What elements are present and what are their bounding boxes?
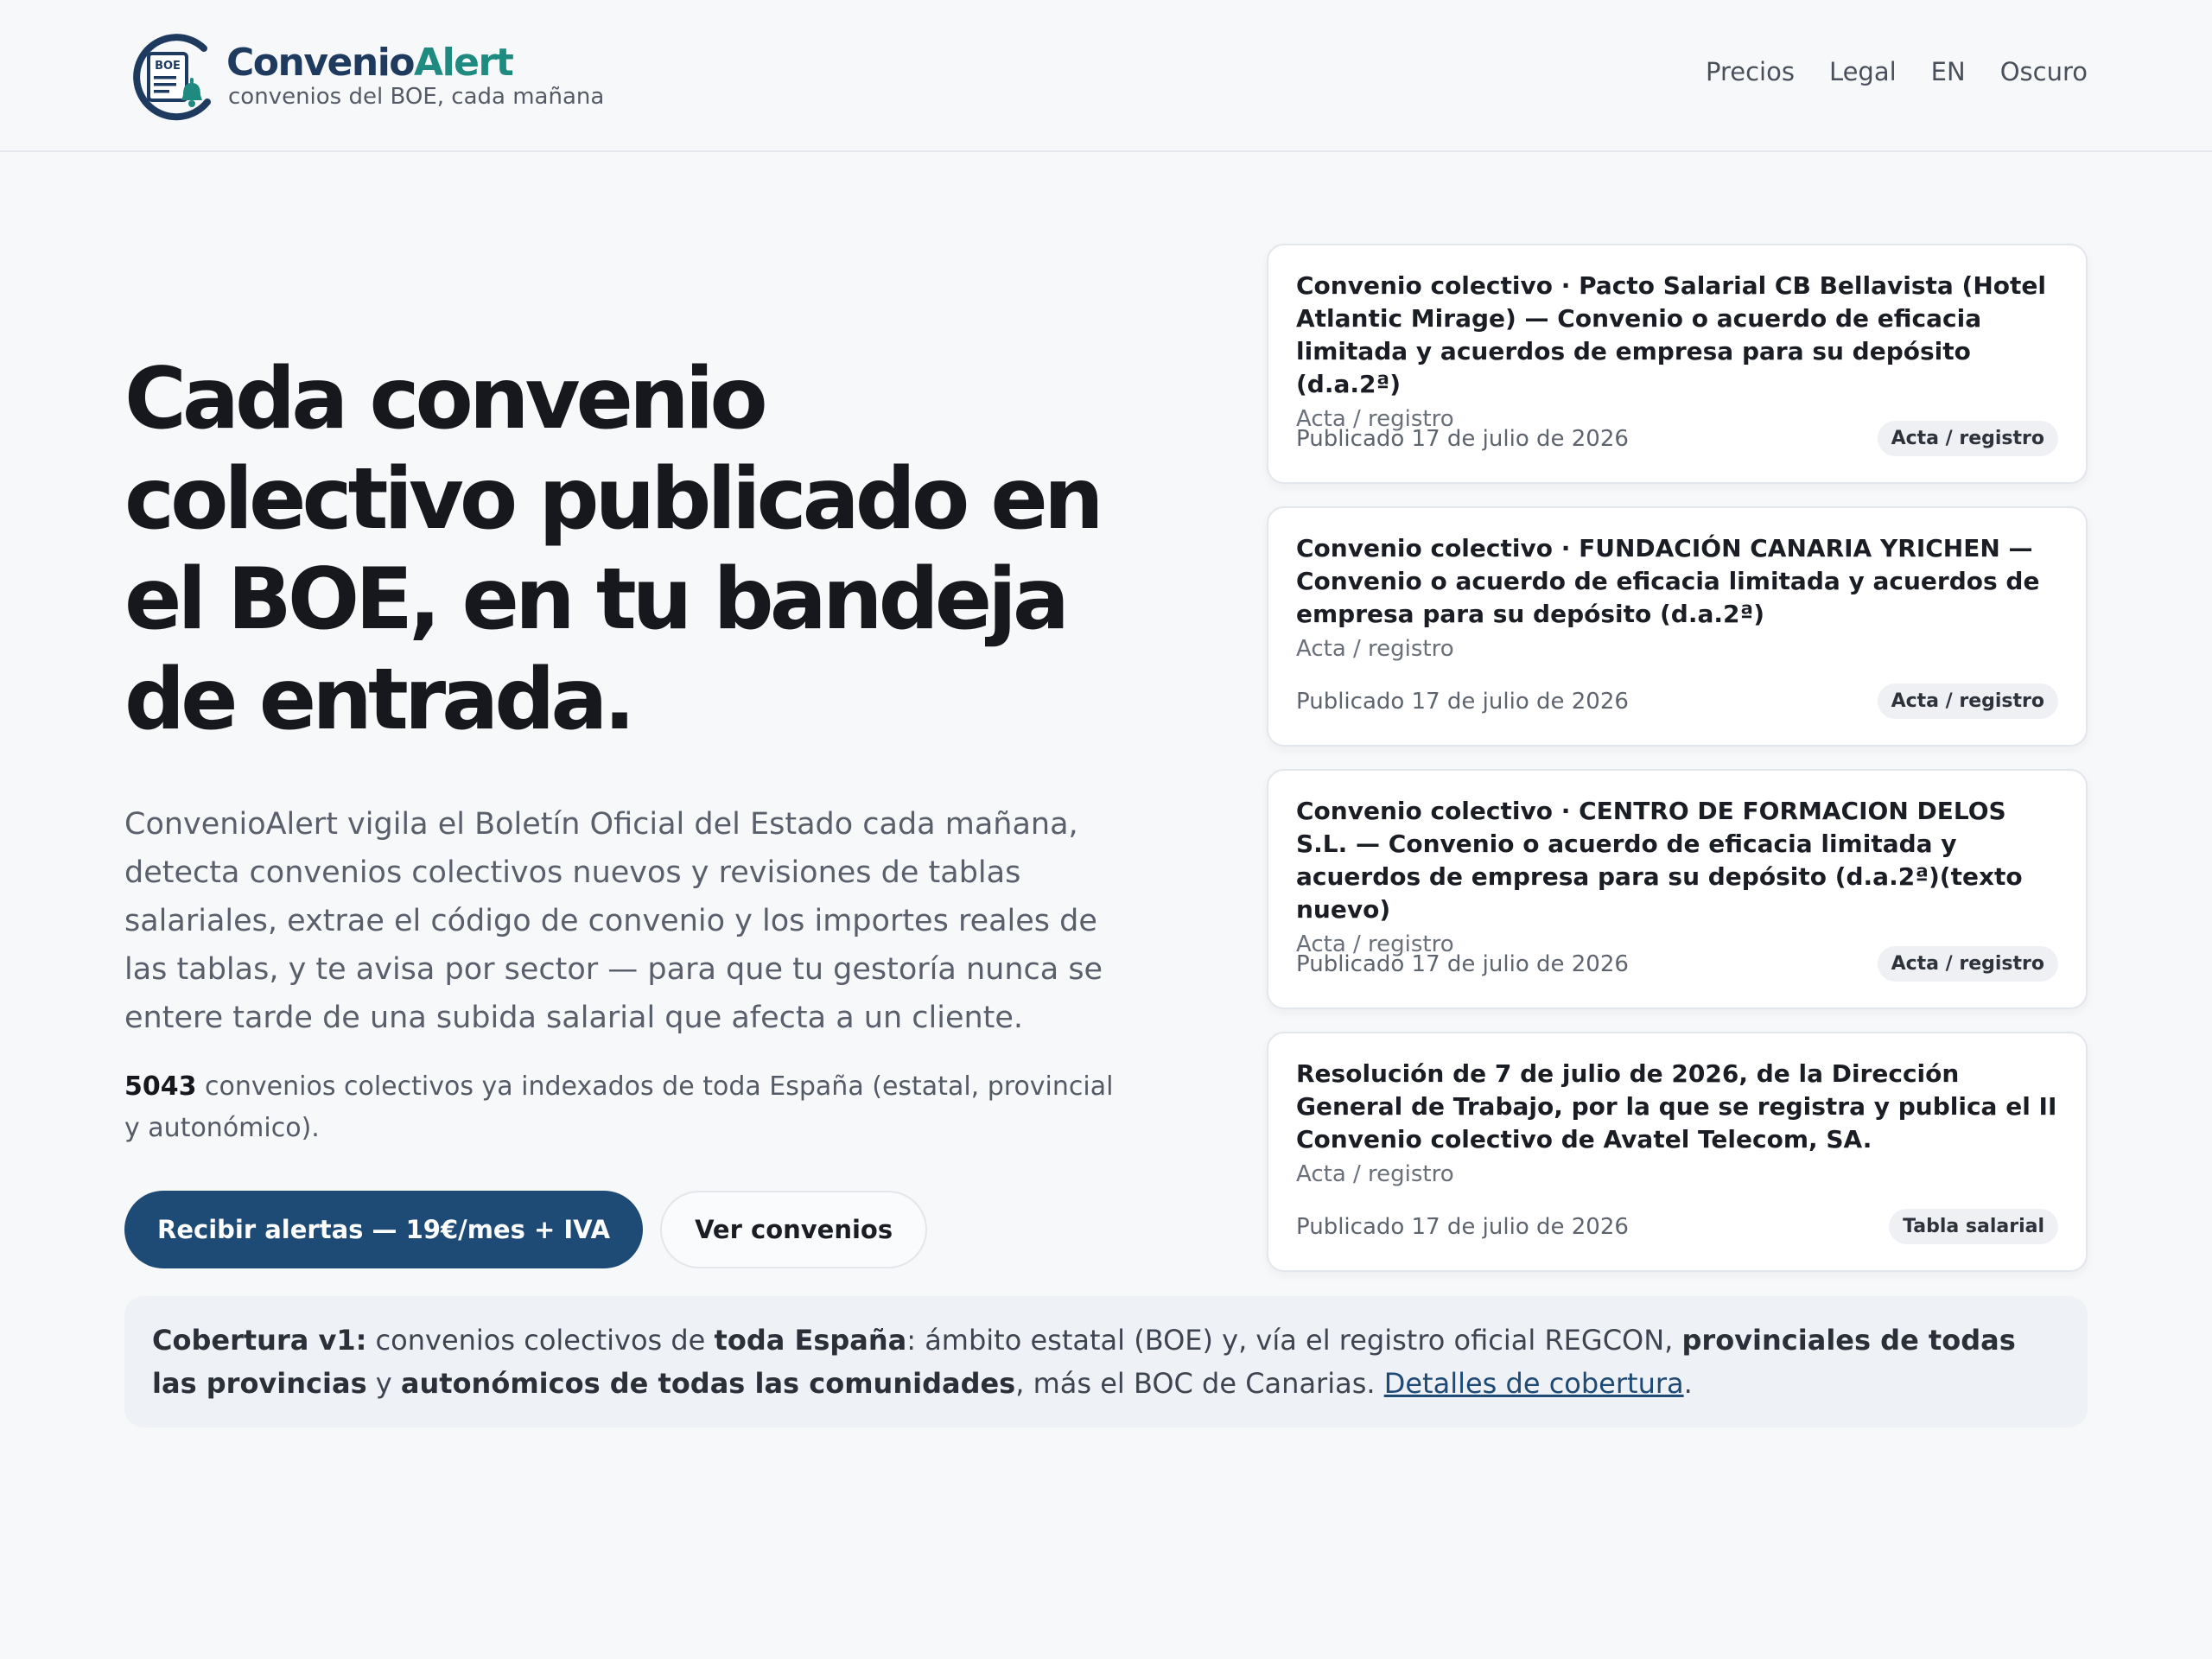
coverage-text-1: convenios colectivos de xyxy=(366,1324,715,1357)
indexed-count-text: convenios colectivos ya indexados de tod… xyxy=(124,1071,1114,1143)
view-convenios-button[interactable]: Ver convenios xyxy=(660,1191,928,1268)
convenio-card-type: Acta / registro xyxy=(1296,1161,1454,1187)
convenio-card-title: Convenio colectivo · CENTRO DE FORMACION… xyxy=(1296,797,2023,924)
convenio-card-title: Resolución de 7 de julio de 2026, de la … xyxy=(1296,1059,2057,1154)
coverage-text-5: . xyxy=(1683,1367,1693,1400)
coverage-details-link[interactable]: Detalles de cobertura xyxy=(1384,1367,1684,1400)
hero-lead: ConvenioAlert vigila el Boletín Oficial … xyxy=(124,807,1103,1035)
coverage-bold-3: autonómicos de todas las comunidades xyxy=(400,1367,1016,1400)
coverage-text-4: , más el BOC de Canarias. xyxy=(1015,1367,1384,1400)
site-header: BOE ConvenioAlert convenios del BOE, cad… xyxy=(0,0,2212,152)
brand-tagline: convenios del BOE, cada mañana xyxy=(228,84,605,110)
nav-theme-toggle[interactable]: Oscuro xyxy=(2000,57,2088,86)
convenio-card-date: Publicado 17 de julio de 2026 xyxy=(1296,950,1629,977)
indexed-count: 5043 convenios colectivos ya indexados d… xyxy=(124,1066,1118,1149)
hero-title: Cada convenio colectivo publicado en el … xyxy=(124,350,1104,749)
convenio-card-badge: Acta / registro xyxy=(1877,421,2058,456)
cta-group: Recibir alertas — 19€/mes + IVA Ver conv… xyxy=(124,1191,1118,1268)
convenio-card[interactable]: Convenio colectivo · FUNDACIÓN CANARIA Y… xyxy=(1267,506,2088,747)
convenio-card-type: Acta / registro xyxy=(1296,636,1454,662)
convenio-card-date: Publicado 17 de julio de 2026 xyxy=(1296,425,1629,452)
brand[interactable]: BOE ConvenioAlert convenios del BOE, cad… xyxy=(124,29,604,123)
indexed-count-number: 5043 xyxy=(124,1071,197,1102)
hero: Cada convenio colectivo publicado en el … xyxy=(124,349,1118,1268)
convenio-card-title: Convenio colectivo · FUNDACIÓN CANARIA Y… xyxy=(1296,534,2040,628)
convenio-card-date: Publicado 17 de julio de 2026 xyxy=(1296,1213,1629,1240)
brand-name: ConvenioAlert xyxy=(226,42,604,84)
nav-precios[interactable]: Precios xyxy=(1706,57,1795,86)
coverage-text-2: : ámbito estatal (BOE) y, vía el registr… xyxy=(906,1324,1682,1357)
convenio-card-badge: Acta / registro xyxy=(1877,683,2058,719)
coverage-label: Cobertura v1: xyxy=(152,1324,367,1357)
convenio-card-title: Convenio colectivo · Pacto Salarial CB B… xyxy=(1296,271,2046,398)
coverage-notice: Cobertura v1: convenios colectivos de to… xyxy=(124,1296,2088,1427)
subscribe-alerts-button[interactable]: Recibir alertas — 19€/mes + IVA xyxy=(124,1191,644,1268)
convenio-card[interactable]: Convenio colectivo · CENTRO DE FORMACION… xyxy=(1267,769,2088,1009)
convenio-card-date: Publicado 17 de julio de 2026 xyxy=(1296,688,1629,715)
coverage-bold-1: toda España xyxy=(714,1324,907,1357)
convenio-card[interactable]: Convenio colectivo · Pacto Salarial CB B… xyxy=(1267,244,2088,484)
recent-convenios-list: Convenio colectivo · Pacto Salarial CB B… xyxy=(1267,244,2088,1294)
convenio-card-badge: Acta / registro xyxy=(1877,946,2058,982)
convenio-card-badge: Tabla salarial xyxy=(1889,1209,2058,1244)
coverage-text-3: y xyxy=(366,1367,401,1400)
convenioalert-logo-icon: BOE xyxy=(124,29,218,123)
top-nav: Precios Legal EN Oscuro xyxy=(1706,57,2088,86)
brand-name-part2: Alert xyxy=(414,41,514,85)
convenio-card[interactable]: Resolución de 7 de julio de 2026, de la … xyxy=(1267,1032,2088,1272)
brand-name-part1: Convenio xyxy=(226,41,416,85)
nav-legal[interactable]: Legal xyxy=(1829,57,1897,86)
logo-label: BOE xyxy=(155,60,181,73)
nav-language-toggle[interactable]: EN xyxy=(1931,57,1966,86)
